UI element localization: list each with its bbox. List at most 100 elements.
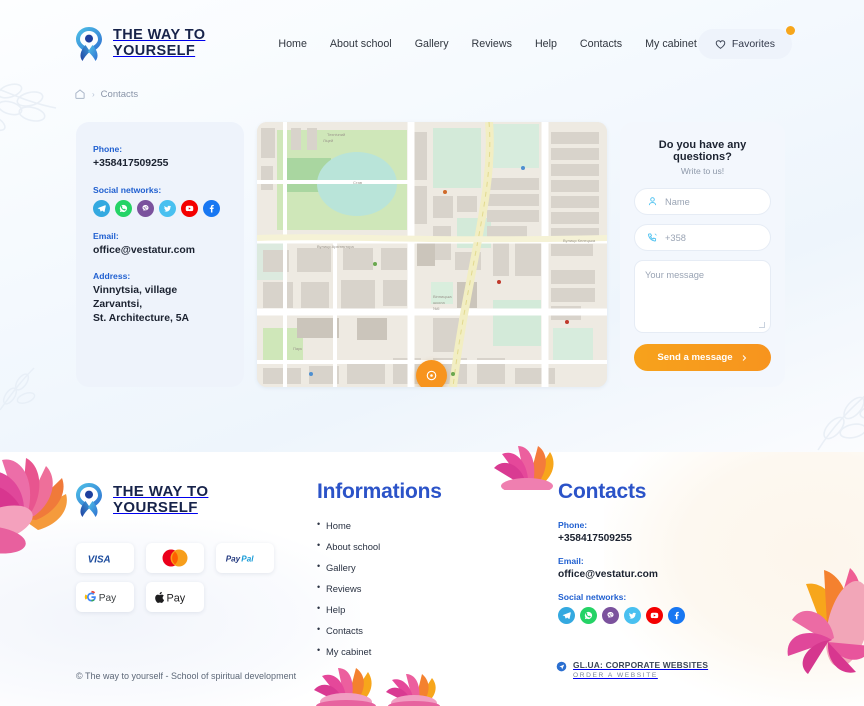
footer-telegram-icon[interactable] (558, 607, 575, 624)
visa-icon: VISA (76, 543, 134, 573)
nav-item-contacts[interactable]: Contacts (580, 38, 622, 50)
footer-logo-line-1: THE WAY TO (113, 482, 209, 500)
send-message-button[interactable]: Send a message (634, 344, 771, 371)
social-icon-row (93, 199, 228, 217)
footer-link-reviews[interactable]: Reviews (317, 582, 442, 594)
payment-methods: VISA Pay Pal Pay Pay (76, 543, 274, 612)
header-logo[interactable]: THE WAY TO YOURSELF (74, 26, 205, 62)
glua-logo-icon (556, 661, 567, 672)
svg-text:Парк: Парк (293, 346, 302, 351)
viber-icon[interactable] (137, 199, 154, 217)
nav-item-my-cabinet[interactable]: My cabinet (645, 38, 697, 50)
footer-whatsapp-icon[interactable] (580, 607, 597, 624)
footer-viber-icon[interactable] (602, 607, 619, 624)
footer-link-gallery[interactable]: Gallery (317, 561, 442, 573)
svg-text:Pay: Pay (226, 554, 241, 563)
footer-logo-line-2: YOURSELF (113, 499, 198, 516)
breadcrumb-current: Contacts (100, 88, 139, 100)
footer-phone-value[interactable]: +358417509255 (558, 533, 685, 544)
svg-text:Ліцей: Ліцей (323, 138, 333, 143)
address-block: Address: Vinnytsia, village Zarvantsi, S… (93, 271, 228, 325)
svg-text:школа: школа (433, 300, 445, 305)
svg-text:Вулиця Архітектора: Вулиця Архітектора (317, 244, 354, 249)
svg-text:Вінницька: Вінницька (433, 294, 452, 299)
footer-social-block: Social networks: (558, 592, 685, 624)
email-block: Email: office@vestatur.com (93, 231, 228, 258)
footer-link-help[interactable]: Help (317, 603, 442, 615)
footer-email-value[interactable]: office@vestatur.com (558, 569, 685, 580)
logo-ribbon-icon (74, 26, 104, 62)
form-title: Do you have any questions? (658, 139, 747, 163)
page-root: THE WAY TO YOURSELF Home About school Ga… (0, 0, 864, 706)
nav-item-gallery[interactable]: Gallery (415, 38, 449, 50)
nav-item-home[interactable]: Home (278, 38, 307, 50)
social-label: Social networks: (93, 184, 162, 195)
form-subtitle: Write to us! (680, 166, 725, 176)
send-message-label: Send a message (657, 352, 733, 363)
svg-text:Вулиця Келецька: Вулиця Келецька (563, 238, 596, 243)
footer-phone-label: Phone: (558, 520, 588, 530)
youtube-icon[interactable] (181, 199, 198, 217)
breadcrumb: › Contacts (74, 88, 138, 100)
footer-link-about-school[interactable]: About school (317, 540, 442, 552)
footer-email-block: Email: office@vestatur.com (558, 556, 685, 580)
footer-logo[interactable]: THE WAY TO YOURSELF (74, 482, 208, 518)
footer-link-my-cabinet[interactable]: My cabinet (317, 645, 442, 657)
logo-line-1: THE WAY TO (113, 27, 206, 44)
glua-credit[interactable]: GL.UA: CORPORATE WEBSITES ORDER A WEBSIT… (556, 660, 708, 679)
contact-info-card: Phone: +358417509255 Social networks: Em… (76, 122, 244, 387)
favorites-badge-dot (786, 26, 795, 35)
svg-text:VISA: VISA (88, 554, 111, 565)
favorites-button[interactable]: Favorites (697, 29, 792, 59)
user-icon (647, 196, 658, 207)
svg-text:№5: №5 (433, 306, 440, 311)
nav-item-help[interactable]: Help (535, 38, 557, 50)
footer-youtube-icon[interactable] (646, 607, 663, 624)
contacts-heading: Contacts (558, 480, 647, 503)
svg-text:Pay: Pay (99, 593, 117, 604)
name-input[interactable] (665, 196, 770, 207)
footer-social-icon-row (558, 607, 685, 624)
phone-value[interactable]: +358417509255 (93, 157, 228, 171)
facebook-icon[interactable] (203, 199, 220, 217)
footer-twitter-icon[interactable] (624, 607, 641, 624)
phone-icon (647, 232, 658, 243)
footer-logo-ribbon-icon (74, 482, 104, 518)
home-icon[interactable] (74, 88, 86, 100)
glua-line-2: ORDER A WEBSITE (573, 672, 658, 679)
whatsapp-icon[interactable] (115, 199, 132, 217)
footer-email-label: Email: (558, 556, 584, 566)
address-label: Address: (93, 271, 131, 282)
favorites-wrapper: Favorites (697, 26, 795, 59)
footer-facebook-icon[interactable] (668, 607, 685, 624)
footer-link-home[interactable]: Home (317, 519, 442, 531)
twitter-icon[interactable] (159, 199, 176, 217)
textarea-resize-handle[interactable] (759, 322, 765, 328)
footer-column-contacts: Contacts Phone: +358417509255 Email: off… (558, 480, 685, 624)
social-block: Social networks: (93, 185, 228, 217)
paypal-icon: Pay Pal (216, 543, 274, 573)
phone-field-wrapper (634, 224, 771, 251)
location-map[interactable]: Технічний Ліцей Став Вулиця Архітектора … (257, 122, 607, 387)
nav-item-reviews[interactable]: Reviews (472, 38, 512, 50)
site-header: THE WAY TO YOURSELF Home About school Ga… (0, 0, 864, 88)
nav-item-about-school[interactable]: About school (330, 38, 392, 50)
phone-input[interactable] (665, 232, 770, 243)
footer-logo-wordmark: THE WAY TO YOURSELF (113, 482, 209, 516)
svg-text:Pay: Pay (166, 592, 185, 604)
telegram-icon[interactable] (93, 199, 110, 217)
message-textarea[interactable] (645, 270, 760, 323)
map-location-marker[interactable] (416, 360, 447, 387)
footer-link-contacts[interactable]: Contacts (317, 624, 442, 636)
heart-icon (715, 39, 726, 50)
footer-column-informations: Informations Home About school Gallery R… (317, 480, 442, 667)
contacts-main-row: Phone: +358417509255 Social networks: Em… (76, 122, 785, 387)
email-value[interactable]: office@vestatur.com (93, 244, 228, 258)
phone-label: Phone: (93, 144, 123, 154)
message-field-wrapper (634, 260, 771, 333)
footer-social-label: Social networks: (558, 592, 627, 602)
address-line-2: St. Architecture, 5A (93, 312, 190, 324)
informations-heading: Informations (317, 480, 442, 503)
svg-text:Технічний: Технічний (327, 132, 345, 137)
site-footer: THE WAY TO YOURSELF VISA Pay Pal Pay Pay… (0, 452, 864, 706)
